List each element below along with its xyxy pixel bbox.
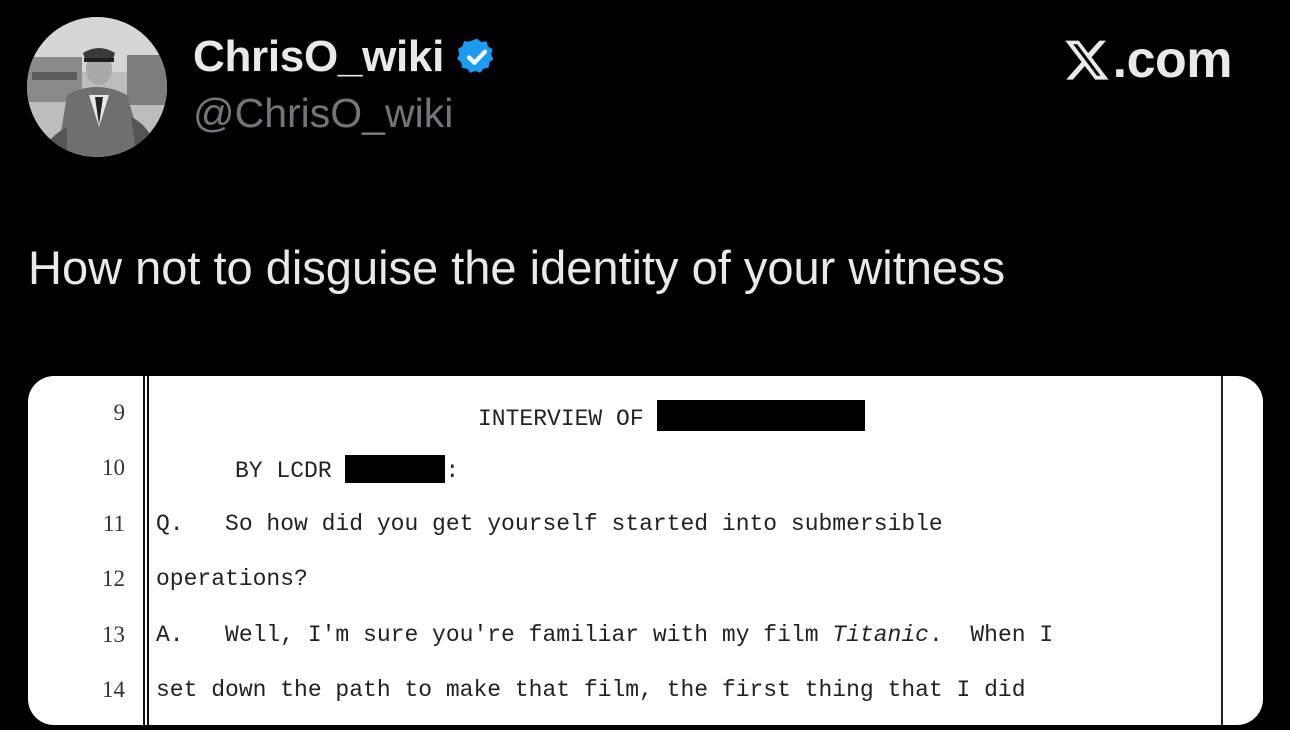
line-text: A. Well, I'm sure you're familiar with m… [156,622,1053,648]
line-text-pre: INTERVIEW OF [478,406,658,432]
line-text-pre: BY LCDR [235,458,346,484]
line-number: 11 [102,511,125,536]
line-text: operations? [156,566,308,592]
display-name[interactable]: ChrisO_wiki [193,32,444,82]
line-number: 13 [102,622,125,647]
redaction-bar [657,400,866,431]
handle[interactable]: @ChrisO_wiki [193,90,453,137]
line-text: BY LCDR : [235,455,459,484]
line-text-post: : [445,458,460,484]
line-text: INTERVIEW OF [478,400,866,432]
transcript-line: 10 BY LCDR : [28,447,1221,487]
tweet-text: How not to disguise the identity of your… [28,241,1006,294]
brand-mark: .com [1063,30,1233,90]
transcript-line: 14 set down the path to make that film, … [28,669,1221,709]
author-name-row: ChrisO_wiki [193,30,498,84]
line-number: 14 [102,677,125,702]
profile-avatar[interactable] [27,17,167,157]
transcript-line: 11 Q. So how did you get yourself starte… [28,503,1221,543]
verified-badge-icon [457,38,494,73]
x-logo-icon [1064,40,1109,80]
line-text: Q. So how did you get yourself started i… [156,511,943,537]
line-text-post: . When I [928,622,1054,648]
line-number: 12 [102,566,125,591]
profile-photo-naval-officer [27,17,167,157]
line-number: 10 [102,455,125,480]
right-margin-rule [1221,376,1223,725]
redaction-bar [345,455,446,483]
line-text: set down the path to make that film, the… [156,677,1026,703]
line-number: 9 [113,400,126,425]
attached-image-transcript[interactable]: 9 INTERVIEW OF 10 BY LCDR : 11 Q. So how… [28,376,1263,725]
transcript-line: 12 operations? [28,558,1221,598]
transcript-line: 13 A. Well, I'm sure you're familiar wit… [28,614,1221,654]
film-title: Titanic [832,622,929,648]
line-text-pre: A. Well, I'm sure you're familiar with m… [156,622,833,648]
brand-text: .com [1112,31,1233,89]
transcript-line: 9 INTERVIEW OF [28,392,1221,432]
